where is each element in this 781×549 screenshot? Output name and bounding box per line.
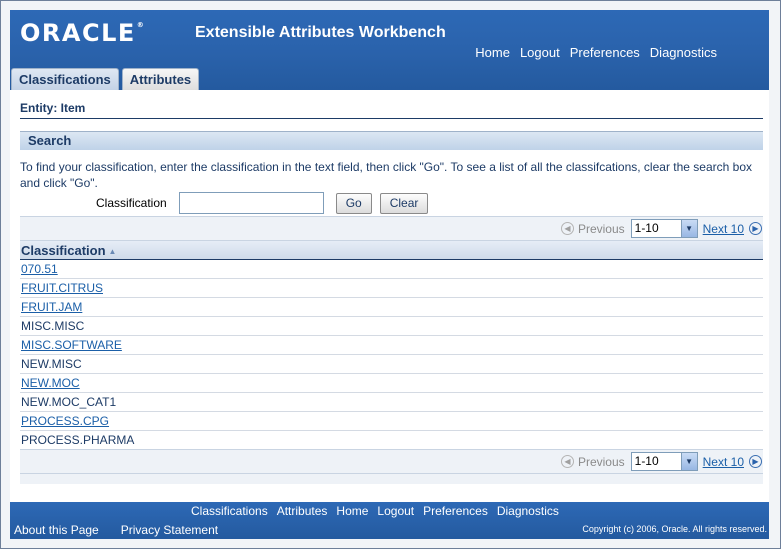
previous-label: Previous bbox=[577, 221, 625, 236]
circle-right-arrow-icon[interactable]: ▶ bbox=[749, 455, 762, 468]
table-row: PROCESS.CPG bbox=[20, 412, 763, 431]
table-row: NEW.MISC bbox=[20, 355, 763, 374]
circle-right-arrow-icon[interactable]: ▶ bbox=[749, 222, 762, 235]
row-text: PROCESS.PHARMA bbox=[21, 433, 135, 447]
search-form: Classification Go Clear bbox=[96, 192, 436, 214]
footer-legal-links: About this Page Privacy Statement bbox=[14, 523, 218, 537]
table-row: MISC.MISC bbox=[20, 317, 763, 336]
circle-left-arrow-icon: ◀ bbox=[560, 222, 574, 235]
branding-header: ORACLE® Extensible Attributes Workbench … bbox=[10, 10, 769, 90]
page-footer: Classifications Attributes Home Logout P… bbox=[10, 502, 769, 539]
tab-attributes[interactable]: Attributes bbox=[121, 68, 200, 90]
row-text: NEW.MOC_CAT1 bbox=[21, 395, 117, 409]
pagination-top: ◀ Previous 1-10 ▼ Next 10 ▶ bbox=[20, 216, 763, 241]
privacy-statement-link[interactable]: Privacy Statement bbox=[121, 523, 218, 537]
app-title: Extensible Attributes Workbench bbox=[195, 24, 446, 41]
global-link-diagnostics[interactable]: Diagnostics bbox=[650, 45, 717, 60]
global-link-preferences[interactable]: Preferences bbox=[570, 45, 640, 60]
column-header-label: Classification bbox=[21, 243, 106, 258]
range-select[interactable]: 1-10 ▼ bbox=[630, 452, 698, 471]
oracle-logo: ORACLE® bbox=[20, 19, 144, 47]
footer-link-attributes[interactable]: Attributes bbox=[277, 504, 328, 518]
chevron-down-icon[interactable]: ▼ bbox=[680, 220, 697, 237]
range-select-value: 1-10 bbox=[634, 221, 659, 235]
main-content: Entity: Item Search To find your classif… bbox=[10, 90, 769, 502]
range-select-value: 1-10 bbox=[634, 454, 659, 468]
row-link[interactable]: FRUIT.JAM bbox=[21, 300, 82, 314]
footer-link-diagnostics[interactable]: Diagnostics bbox=[497, 504, 559, 518]
logo-registered-mark: ® bbox=[136, 21, 144, 29]
row-text: NEW.MISC bbox=[21, 357, 82, 371]
global-link-logout[interactable]: Logout bbox=[520, 45, 560, 60]
range-select[interactable]: 1-10 ▼ bbox=[630, 219, 698, 238]
global-links: Home Logout Preferences Diagnostics bbox=[475, 45, 717, 60]
classification-search-input[interactable] bbox=[178, 192, 324, 214]
about-this-page-link[interactable]: About this Page bbox=[14, 523, 99, 537]
search-section-header: Search bbox=[20, 131, 763, 150]
table-row: NEW.MOC_CAT1 bbox=[20, 393, 763, 412]
classification-field-label: Classification bbox=[96, 196, 167, 210]
clear-button[interactable]: Clear bbox=[379, 192, 429, 214]
table-row: NEW.MOC bbox=[20, 374, 763, 393]
row-link[interactable]: FRUIT.CITRUS bbox=[21, 281, 103, 295]
go-button[interactable]: Go bbox=[335, 192, 372, 214]
footer-link-logout[interactable]: Logout bbox=[377, 504, 414, 518]
footer-links: Classifications Attributes Home Logout P… bbox=[191, 504, 559, 518]
row-link[interactable]: 070.51 bbox=[21, 262, 58, 276]
copyright-text: Copyright (c) 2006, Oracle. All rights r… bbox=[582, 524, 767, 534]
table-footer-strip bbox=[20, 474, 763, 484]
entity-title: Entity: Item bbox=[20, 101, 763, 119]
table-row: FRUIT.JAM bbox=[20, 298, 763, 317]
table-row: FRUIT.CITRUS bbox=[20, 279, 763, 298]
footer-link-home[interactable]: Home bbox=[336, 504, 368, 518]
table-row: PROCESS.PHARMA bbox=[20, 431, 763, 450]
table-row: MISC.SOFTWARE bbox=[20, 336, 763, 355]
circle-left-arrow-icon: ◀ bbox=[560, 455, 574, 468]
next-10-link[interactable]: Next 10 bbox=[703, 222, 744, 236]
row-text: MISC.MISC bbox=[21, 319, 85, 333]
global-link-home[interactable]: Home bbox=[475, 45, 510, 60]
search-instructions: To find your classification, enter the c… bbox=[20, 160, 752, 190]
logo-text: ORACLE bbox=[20, 19, 136, 47]
column-header-classification[interactable]: Classification ▲ bbox=[20, 241, 763, 260]
next-10-link[interactable]: Next 10 bbox=[703, 455, 744, 469]
row-link[interactable]: NEW.MOC bbox=[21, 376, 80, 390]
sort-ascending-icon: ▲ bbox=[108, 247, 117, 257]
tab-bar: Classifications Attributes bbox=[10, 68, 202, 90]
footer-link-preferences[interactable]: Preferences bbox=[423, 504, 488, 518]
tab-classifications[interactable]: Classifications bbox=[11, 68, 119, 90]
chevron-down-icon[interactable]: ▼ bbox=[680, 453, 697, 470]
classification-table: 070.51 FRUIT.CITRUS FRUIT.JAM MISC.MISC … bbox=[20, 260, 763, 450]
row-link[interactable]: MISC.SOFTWARE bbox=[21, 338, 122, 352]
table-row: 070.51 bbox=[20, 260, 763, 279]
pagination-bottom: ◀ Previous 1-10 ▼ Next 10 ▶ bbox=[20, 449, 763, 474]
previous-label: Previous bbox=[577, 454, 625, 469]
footer-link-classifications[interactable]: Classifications bbox=[191, 504, 268, 518]
row-link[interactable]: PROCESS.CPG bbox=[21, 414, 109, 428]
